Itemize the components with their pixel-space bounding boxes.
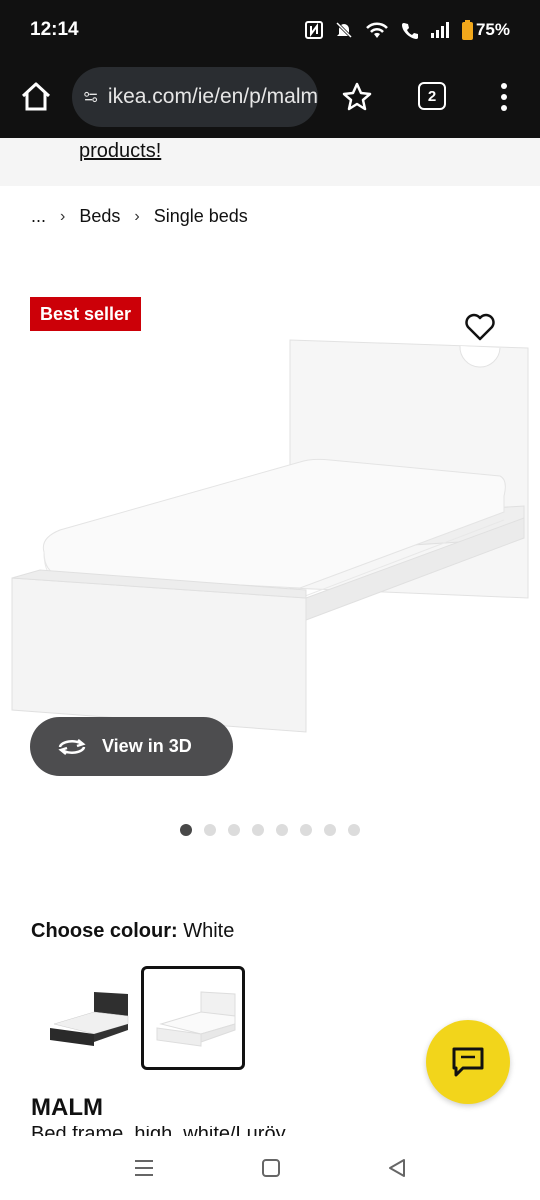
wifi-icon: [366, 22, 388, 38]
carousel-dot[interactable]: [204, 824, 216, 836]
colour-option-white[interactable]: [141, 966, 245, 1070]
image-carousel-dots: [180, 824, 360, 836]
carousel-dot[interactable]: [276, 824, 288, 836]
carousel-dot[interactable]: [324, 824, 336, 836]
breadcrumb-separator: ›: [60, 207, 66, 225]
status-time: 12:14: [30, 19, 79, 40]
bookmark-star-icon[interactable]: [340, 80, 374, 114]
product-description-clip: Bed frame, high, white/Luröy: [31, 1126, 511, 1136]
product-description: Bed frame, high, white/Luröy: [31, 1126, 511, 1136]
colour-chooser-label: Choose colour: White: [31, 920, 234, 943]
carousel-dot[interactable]: [252, 824, 264, 836]
home-nav-icon[interactable]: [260, 1157, 282, 1179]
signal-icon: [430, 22, 449, 38]
breadcrumb-separator: ›: [134, 207, 140, 225]
battery-icon: [461, 20, 473, 40]
product-name: MALM: [31, 1094, 103, 1121]
nfc-icon: [304, 21, 323, 39]
carousel-dot[interactable]: [348, 824, 360, 836]
promo-banner: products!: [0, 138, 540, 186]
browser-toolbar: ikea.com/ie/en/p/malm 2: [0, 60, 540, 138]
battery: 75%: [461, 20, 510, 40]
chat-button[interactable]: [426, 1020, 510, 1104]
colour-option-black-brown[interactable]: [36, 966, 140, 1070]
mute-icon: [335, 21, 353, 39]
home-icon[interactable]: [18, 79, 54, 115]
colour-label: Choose colour:: [31, 920, 178, 942]
wifi-call-icon: [401, 23, 418, 40]
status-icons: 75%: [304, 20, 510, 40]
view-in-3d-label: View in 3D: [102, 736, 192, 756]
heart-icon[interactable]: [462, 309, 498, 345]
url-text: ikea.com/ie/en/p/malm: [107, 85, 318, 108]
best-seller-badge: Best seller: [30, 297, 142, 331]
carousel-dot[interactable]: [180, 824, 192, 836]
carousel-dot[interactable]: [300, 824, 312, 836]
overflow-menu-icon[interactable]: [496, 80, 512, 114]
breadcrumb-item-beds[interactable]: Beds: [79, 206, 120, 227]
rotate-3d-icon: [58, 738, 86, 755]
banner-link[interactable]: products!: [79, 140, 161, 163]
black-brown-bed-thumbnail: [50, 992, 129, 1046]
recent-apps-icon[interactable]: [132, 1158, 156, 1178]
address-bar[interactable]: ikea.com/ie/en/p/malm: [72, 67, 318, 127]
colour-value: White: [183, 920, 235, 942]
white-bed-thumbnail: [156, 991, 236, 1047]
carousel-dot[interactable]: [228, 824, 240, 836]
battery-percent: 75%: [475, 20, 510, 39]
breadcrumb: ... › Beds › Single beds: [31, 206, 248, 227]
view-in-3d-button[interactable]: View in 3D: [30, 717, 233, 776]
tab-switcher-button[interactable]: 2: [418, 82, 446, 110]
breadcrumb-item-single-beds[interactable]: Single beds: [154, 206, 248, 227]
system-navigation-bar: [0, 1136, 540, 1200]
back-icon[interactable]: [386, 1157, 408, 1179]
status-bar: 12:14 75%: [0, 0, 540, 60]
breadcrumb-item-more[interactable]: ...: [31, 206, 46, 227]
chat-icon: [452, 1047, 484, 1077]
site-settings-icon[interactable]: [84, 86, 98, 108]
